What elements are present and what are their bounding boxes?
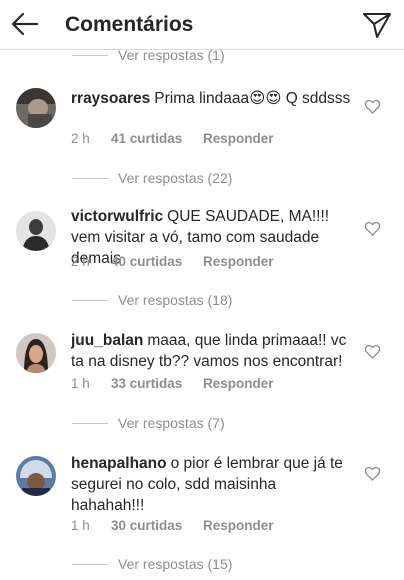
comment-likes[interactable]: 33 curtidas — [111, 376, 203, 391]
reply-button[interactable]: Responder — [203, 376, 274, 391]
comment-text: henapalhano o pior é lembrar que já te se… — [71, 453, 351, 516]
comment-likes[interactable]: 41 curtidas — [111, 131, 203, 146]
comment-username[interactable]: victorwulfric — [71, 208, 163, 225]
replies-divider — [72, 54, 108, 56]
comment-time: 2 h — [71, 253, 90, 269]
replies-divider — [72, 299, 108, 301]
comment-meta: 1 h 33 curtidas Responder — [71, 374, 274, 392]
heart-icon[interactable] — [364, 221, 381, 236]
heart-icon[interactable] — [364, 99, 381, 114]
view-replies-button[interactable]: Ver respostas (18) — [72, 290, 232, 310]
comment-time: 2 h — [71, 130, 90, 146]
comment-time: 1 h — [71, 375, 90, 391]
comment-likes[interactable]: 30 curtidas — [111, 518, 203, 533]
comment-username[interactable]: rraysoares — [71, 90, 150, 107]
heart-icon[interactable] — [364, 466, 381, 481]
view-replies-label: Ver respostas (7) — [118, 415, 225, 431]
view-replies-button[interactable]: Ver respostas (15) — [72, 554, 232, 574]
avatar[interactable] — [16, 211, 56, 251]
view-replies-button[interactable]: Ver respostas (22) — [72, 168, 232, 188]
replies-divider — [72, 422, 108, 424]
reply-button[interactable]: Responder — [203, 518, 274, 533]
comment-text: juu_balan maaa, que linda primaaa!! vc ta… — [71, 330, 351, 372]
avatar[interactable] — [16, 456, 56, 496]
arrow-left-icon[interactable] — [10, 11, 40, 37]
view-replies-label: Ver respostas (15) — [118, 556, 233, 572]
comment-text: rraysoares Prima lindaaa😍😍 Q sddsss — [71, 88, 351, 109]
comments-list: Ver respostas (1) rraysoares Prima lindaa… — [0, 0, 404, 580]
send-paper-plane-icon[interactable] — [362, 11, 392, 39]
replies-divider — [72, 177, 108, 179]
comment-meta: 1 h 30 curtidas Responder — [71, 516, 274, 534]
comment-time: 1 h — [71, 517, 90, 533]
comment-meta: 2 h 41 curtidas Responder — [71, 129, 274, 147]
comment-username[interactable]: henapalhano — [71, 455, 167, 472]
view-replies-button[interactable]: Ver respostas (7) — [72, 413, 225, 433]
top-bar: Comentários — [0, 0, 404, 50]
avatar[interactable] — [16, 88, 56, 128]
reply-button[interactable]: Responder — [203, 131, 274, 146]
replies-divider — [72, 563, 108, 565]
page-title: Comentários — [65, 13, 194, 36]
comment-body: Prima lindaaa😍😍 Q sddsss — [154, 90, 351, 107]
comment-likes[interactable]: 40 curtidas — [111, 254, 203, 269]
reply-button[interactable]: Responder — [203, 254, 274, 269]
view-replies-label: Ver respostas (22) — [118, 170, 233, 186]
avatar[interactable] — [16, 333, 56, 373]
heart-icon[interactable] — [364, 344, 381, 359]
view-replies-label: Ver respostas (18) — [118, 292, 233, 308]
comment-meta: 2 h 40 curtidas Responder — [71, 252, 274, 270]
comment-username[interactable]: juu_balan — [71, 332, 143, 349]
